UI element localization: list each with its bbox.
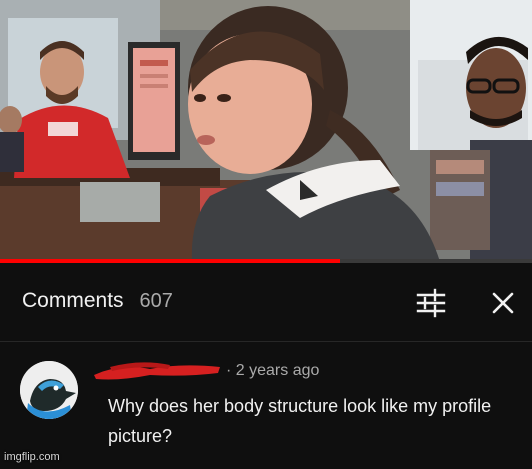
comment-timestamp: · 2 years ago [226, 362, 320, 379]
cartoon-duck-avatar-icon [20, 361, 78, 419]
comment-meta: · 2 years ago [90, 359, 319, 383]
header-divider [0, 341, 532, 342]
commenter-avatar[interactable] [20, 361, 78, 419]
video-scene [0, 0, 532, 262]
comment-text: Why does her body structure look like my… [108, 396, 492, 446]
comment-item: · 2 years ago Why does her body structur… [20, 355, 520, 463]
comments-title: Comments [22, 289, 124, 312]
comment-author[interactable] [90, 361, 224, 381]
video-frame[interactable] [0, 0, 532, 262]
close-icon [492, 292, 514, 314]
comments-header: Comments 607 [22, 289, 173, 319]
sort-comments-button[interactable] [414, 288, 448, 318]
comments-panel: Comments 607 · 2 years ago Why does her … [0, 263, 532, 469]
close-comments-button[interactable] [486, 288, 518, 318]
sort-filter-icon [416, 288, 446, 318]
comments-count: 607 [139, 290, 173, 312]
imgflip-watermark: imgflip.com [4, 451, 60, 463]
redaction-scribble [94, 362, 220, 380]
